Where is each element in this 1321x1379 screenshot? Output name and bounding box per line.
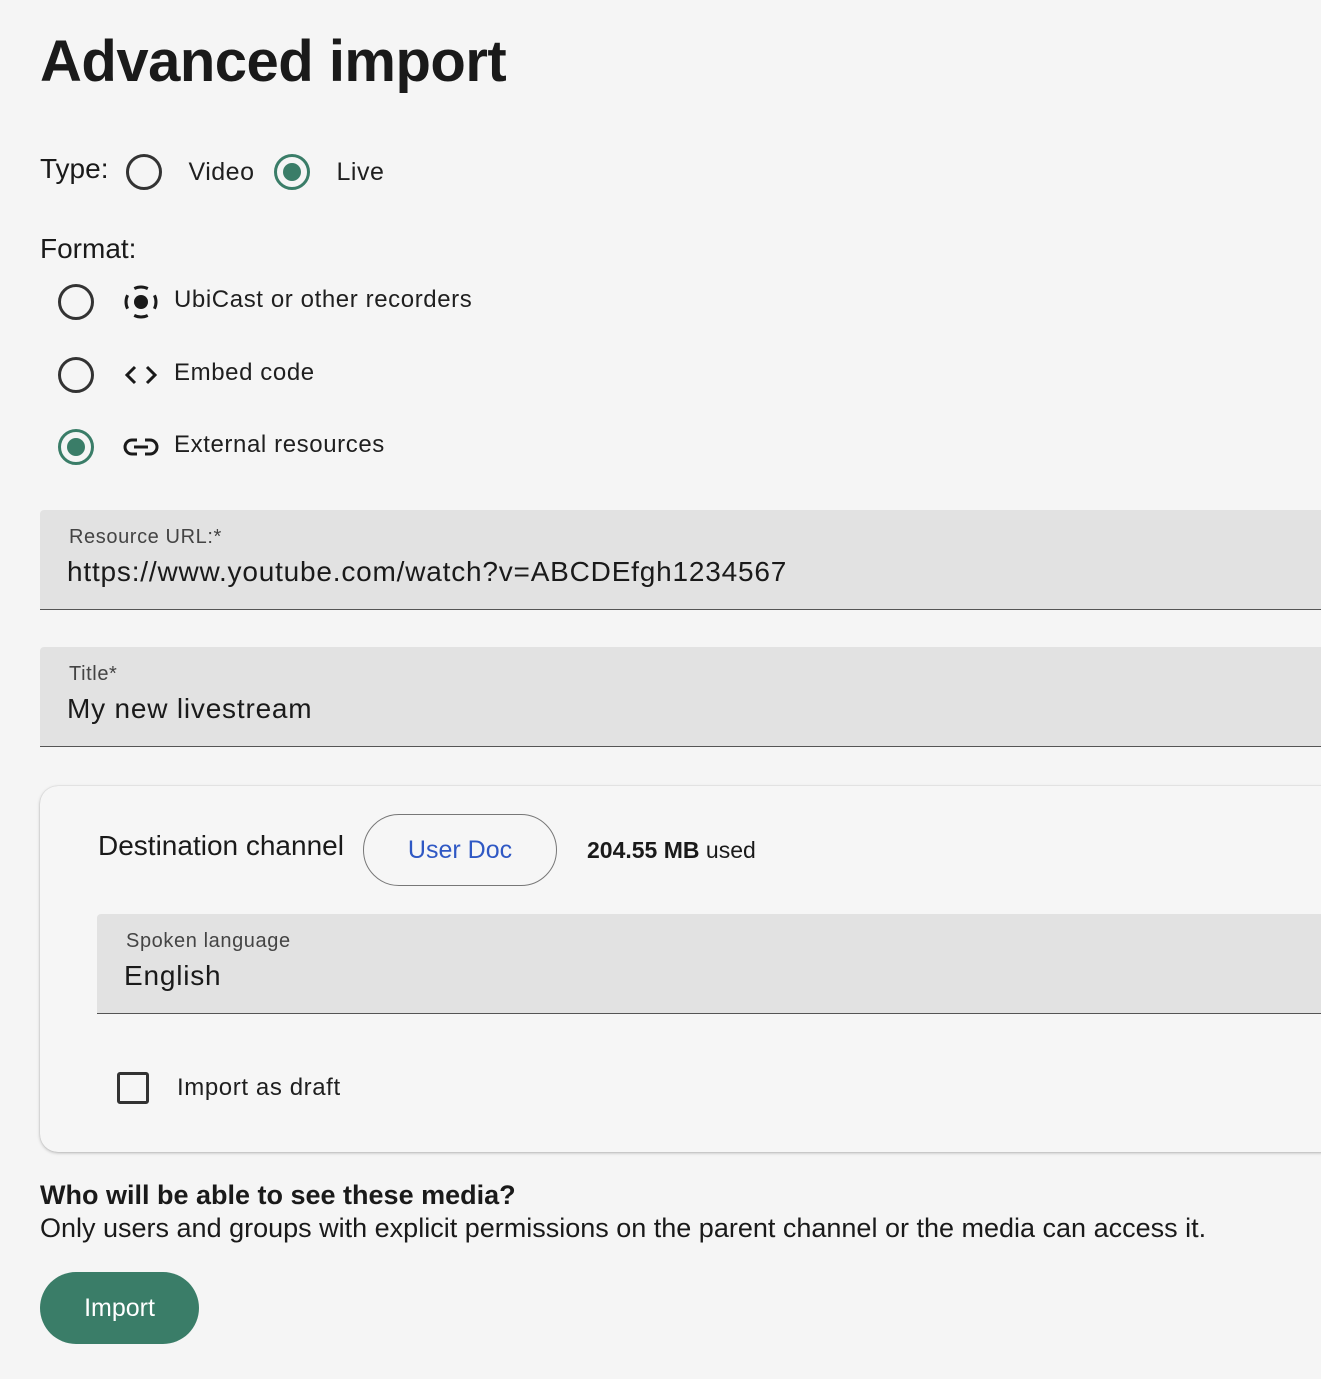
- import-as-draft-option[interactable]: Import as draft: [117, 1070, 341, 1106]
- format-option-embed[interactable]: Embed code: [58, 355, 315, 395]
- format-embed-label: Embed code: [174, 359, 315, 386]
- format-embed-radio[interactable]: [58, 357, 94, 393]
- import-as-draft-checkbox[interactable]: [117, 1072, 149, 1104]
- format-external-label: External resources: [174, 431, 385, 458]
- destination-channel-label: Destination channel: [98, 830, 344, 861]
- title-field[interactable]: Title*: [40, 647, 1321, 747]
- type-live-radio[interactable]: [274, 154, 311, 190]
- format-ubicast-radio[interactable]: [58, 284, 94, 320]
- format-ubicast-label: UbiCast or other recorders: [174, 286, 473, 313]
- format-option-ubicast[interactable]: UbiCast or other recorders: [58, 282, 472, 322]
- format-external-radio[interactable]: [58, 429, 94, 465]
- page-title: Advanced import: [40, 29, 507, 94]
- storage-quota-value: 204.55 MB: [587, 837, 700, 863]
- type-video-label[interactable]: Video: [188, 158, 254, 187]
- title-label: Title*: [69, 663, 118, 685]
- type-video-radio[interactable]: [126, 154, 163, 190]
- visibility-title: Who will be able to see these media?: [40, 1180, 516, 1210]
- live-stream-icon: [122, 283, 160, 321]
- resource-url-field[interactable]: Resource URL:*: [40, 510, 1321, 610]
- advanced-import-page: Advanced import Type: Video Live Format:…: [0, 0, 1321, 1379]
- type-radio-group: Type: Video Live: [40, 150, 404, 194]
- destination-channel-button[interactable]: User Doc: [363, 814, 557, 886]
- spoken-language-field[interactable]: Spoken language: [97, 914, 1321, 1014]
- code-icon: [122, 356, 160, 394]
- resource-url-input[interactable]: [67, 556, 1267, 588]
- visibility-description: Only users and groups with explicit perm…: [40, 1213, 1207, 1243]
- import-button[interactable]: Import: [40, 1272, 199, 1344]
- spoken-language-label: Spoken language: [126, 930, 291, 952]
- resource-url-label: Resource URL:*: [69, 526, 222, 548]
- spoken-language-select[interactable]: [124, 960, 1321, 992]
- destination-card: Destination channel User Doc 204.55 MB u…: [40, 786, 1321, 1152]
- title-input[interactable]: [67, 693, 1267, 725]
- link-icon: [122, 428, 160, 466]
- storage-quota: 204.55 MB used: [587, 837, 756, 864]
- storage-quota-suffix: used: [699, 837, 756, 863]
- format-label: Format:: [40, 233, 137, 264]
- type-live-label[interactable]: Live: [336, 158, 384, 187]
- import-as-draft-label[interactable]: Import as draft: [177, 1074, 341, 1102]
- type-label: Type:: [40, 153, 109, 184]
- format-option-external[interactable]: External resources: [58, 427, 385, 467]
